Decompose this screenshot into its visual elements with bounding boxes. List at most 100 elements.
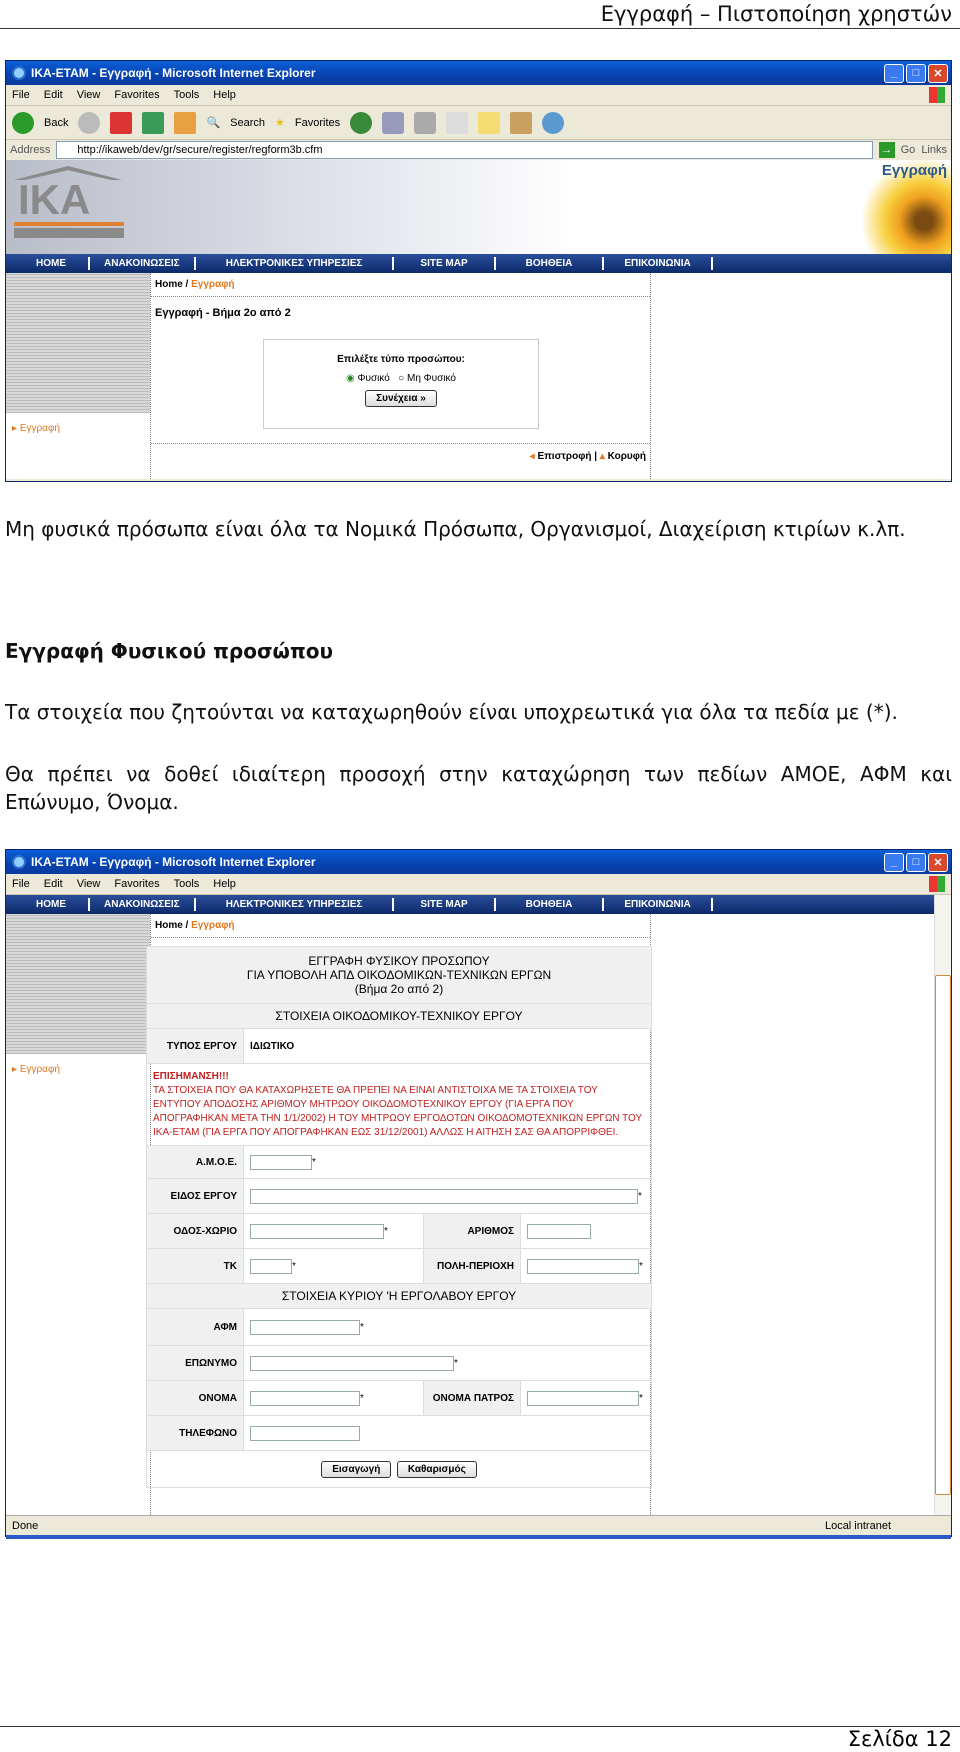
site-nav: HOME ΑΝΑΚΟΙΝΩΣΕΙΣ ΗΛΕΚΤΡΟΝΙΚΕΣ ΥΠΗΡΕΣΙΕΣ SI… [6,254,951,273]
messenger-icon[interactable] [542,111,565,134]
continue-button[interactable]: Συνέχεια » [365,390,437,407]
nav-sitemap[interactable]: SITE MAP [394,898,496,911]
minimize-button[interactable]: _ [884,852,904,872]
menu-bar: File Edit View Favorites Tools Help [6,874,951,895]
notes-icon[interactable] [478,111,501,134]
forward-icon[interactable] [78,111,101,134]
section-heading: Εγγραφή Φυσικού προσώπου [5,639,334,663]
scrollbar-thumb[interactable] [935,975,951,1495]
url-input[interactable]: http://ikaweb/dev/gr/secure/register/reg… [56,141,873,159]
paragraph-required: Τα στοιχεία που ζητούνται να καταχωρηθού… [5,700,898,724]
crumb-home[interactable]: Home / [155,920,188,931]
nav-home[interactable]: HOME [6,898,90,911]
tk-input[interactable] [250,1258,292,1274]
ie-icon [12,66,26,80]
back-link[interactable]: Επιστροφή [537,451,591,462]
nav-announcements[interactable]: ΑΝΑΚΟΙΝΩΣΕΙΣ [90,898,196,911]
favorites-button[interactable]: Favorites [295,117,340,129]
nav-announcements[interactable]: ΑΝΑΚΟΙΝΩΣΕΙΣ [90,257,196,270]
status-zone: Local intranet [824,1519,891,1532]
tilefono-input[interactable] [250,1425,360,1441]
menu-favorites[interactable]: Favorites [114,89,159,101]
links-button[interactable]: Links [921,144,947,156]
ika-logo: IKA [14,166,124,246]
home-icon[interactable] [174,111,197,134]
top-link[interactable]: Κορυφή [608,451,646,462]
arithmos-input[interactable] [527,1223,591,1239]
footer-rule [0,1726,960,1727]
nav-help[interactable]: ΒΟΗΘΕΙΑ [496,257,605,270]
tilefono-label: ΤΗΛΕΦΩΝΟ [146,1415,244,1451]
side-link-register[interactable]: ▸ Εγγραφή [6,1054,150,1075]
search-button[interactable]: Search [230,117,265,129]
close-button[interactable]: ✕ [928,63,948,83]
nav-eservices[interactable]: ΗΛΕΚΤΡΟΝΙΚΕΣ ΥΠΗΡΕΣΙΕΣ [196,898,395,911]
maximize-button[interactable]: □ [906,852,926,872]
menu-tools[interactable]: Tools [174,878,200,890]
patros-input[interactable] [527,1390,639,1406]
menu-favorites[interactable]: Favorites [114,878,159,890]
crumb-home[interactable]: Home / [155,279,188,290]
menu-view[interactable]: View [77,878,101,890]
window-title: IKA-ETAM - Εγγραφή - Microsoft Internet … [31,855,316,869]
refresh-icon[interactable] [142,111,165,134]
search-icon[interactable]: 🔍 [206,116,220,129]
minimize-button[interactable]: _ [884,63,904,83]
radio-legal[interactable]: ○ [398,373,404,384]
section-project-details: ΣΤΟΙΧΕΙΑ ΟΙΚΟΔΟΜΙΚΟΥ-ΤΕΧΝΙΚΟΥ ΕΡΓΟΥ [146,1003,652,1029]
eponymo-input[interactable] [250,1355,454,1371]
maximize-button[interactable]: □ [906,63,926,83]
back-button[interactable]: Back [44,117,68,129]
submit-button[interactable]: Εισαγωγή [321,1460,392,1478]
menu-file[interactable]: File [12,89,30,101]
research-icon[interactable] [510,111,533,134]
onoma-input[interactable] [250,1390,360,1406]
person-type-box: Επιλέξτε τύπο προσώπου: ◉ Φυσικό ○ Μη Φυ… [263,339,539,429]
clear-button[interactable]: Καθαρισμός [396,1460,477,1478]
nav-contact[interactable]: ΕΠΙΚΟΙΝΩΝΙΑ [604,898,713,911]
mail-icon[interactable] [382,111,405,134]
toolbar: Back 🔍 Search ★ Favorites [6,106,951,140]
stop-icon[interactable] [110,111,133,134]
menu-file[interactable]: File [12,878,30,890]
menu-view[interactable]: View [77,89,101,101]
keyboard-image [6,914,150,1054]
poli-label: ΠΟΛΗ-ΠΕΡΙΟΧΗ [423,1248,521,1284]
nav-eservices[interactable]: ΗΛΕΚΤΡΟΝΙΚΕΣ ΥΠΗΡΕΣΙΕΣ [196,257,395,270]
odos-input[interactable] [250,1223,384,1239]
radio-natural[interactable]: ◉ [346,373,355,384]
eidos-input[interactable] [250,1188,638,1204]
menu-tools[interactable]: Tools [174,89,200,101]
back-icon[interactable] [12,111,34,134]
breadcrumb: Home / Εγγραφή [151,914,650,937]
history-icon[interactable] [350,111,373,134]
left-column: ▸ Εγγραφή [6,273,151,479]
type-label: ΤΥΠΟΣ ΕΡΓΟΥ [146,1028,244,1064]
afm-input[interactable] [250,1319,360,1335]
amoe-input[interactable] [250,1154,312,1170]
side-link-register[interactable]: ▸ Εγγραφή [6,413,150,434]
menu-help[interactable]: Help [213,878,236,890]
afm-label: ΑΦΜ [146,1308,244,1346]
nav-help[interactable]: ΒΟΗΘΕΙΑ [496,898,605,911]
registration-form: ΕΓΓΡΑΦΗ ΦΥΣΙΚΟΥ ΠΡΟΣΩΠΟΥ ΓΙΑ ΥΠΟΒΟΛΗ ΑΠΔ … [146,946,652,1488]
content-area: Home / Εγγραφή Εγγραφή - Βήμα 2ο από 2 Ε… [151,273,651,479]
menu-edit[interactable]: Edit [44,89,63,101]
poli-input[interactable] [527,1258,639,1274]
vertical-scrollbar[interactable] [934,895,951,1515]
arithmos-label: ΑΡΙΘΜΟΣ [423,1213,521,1249]
go-button[interactable]: Go [901,144,916,156]
eidos-label: ΕΙΔΟΣ ΕΡΓΟΥ [146,1178,244,1214]
nav-contact[interactable]: ΕΠΙΚΟΙΝΩΝΙΑ [604,257,713,270]
amoe-label: Α.Μ.Ο.Ε. [146,1145,244,1179]
title-bar: IKA-ETAM - Εγγραφή - Microsoft Internet … [6,850,951,874]
menu-edit[interactable]: Edit [44,878,63,890]
favorites-icon[interactable]: ★ [275,116,285,129]
close-button[interactable]: ✕ [928,852,948,872]
nav-sitemap[interactable]: SITE MAP [394,257,496,270]
edit-icon[interactable] [446,111,469,134]
nav-home[interactable]: HOME [6,257,90,270]
print-icon[interactable] [414,111,437,134]
menu-help[interactable]: Help [213,89,236,101]
go-icon[interactable]: → [878,142,895,158]
